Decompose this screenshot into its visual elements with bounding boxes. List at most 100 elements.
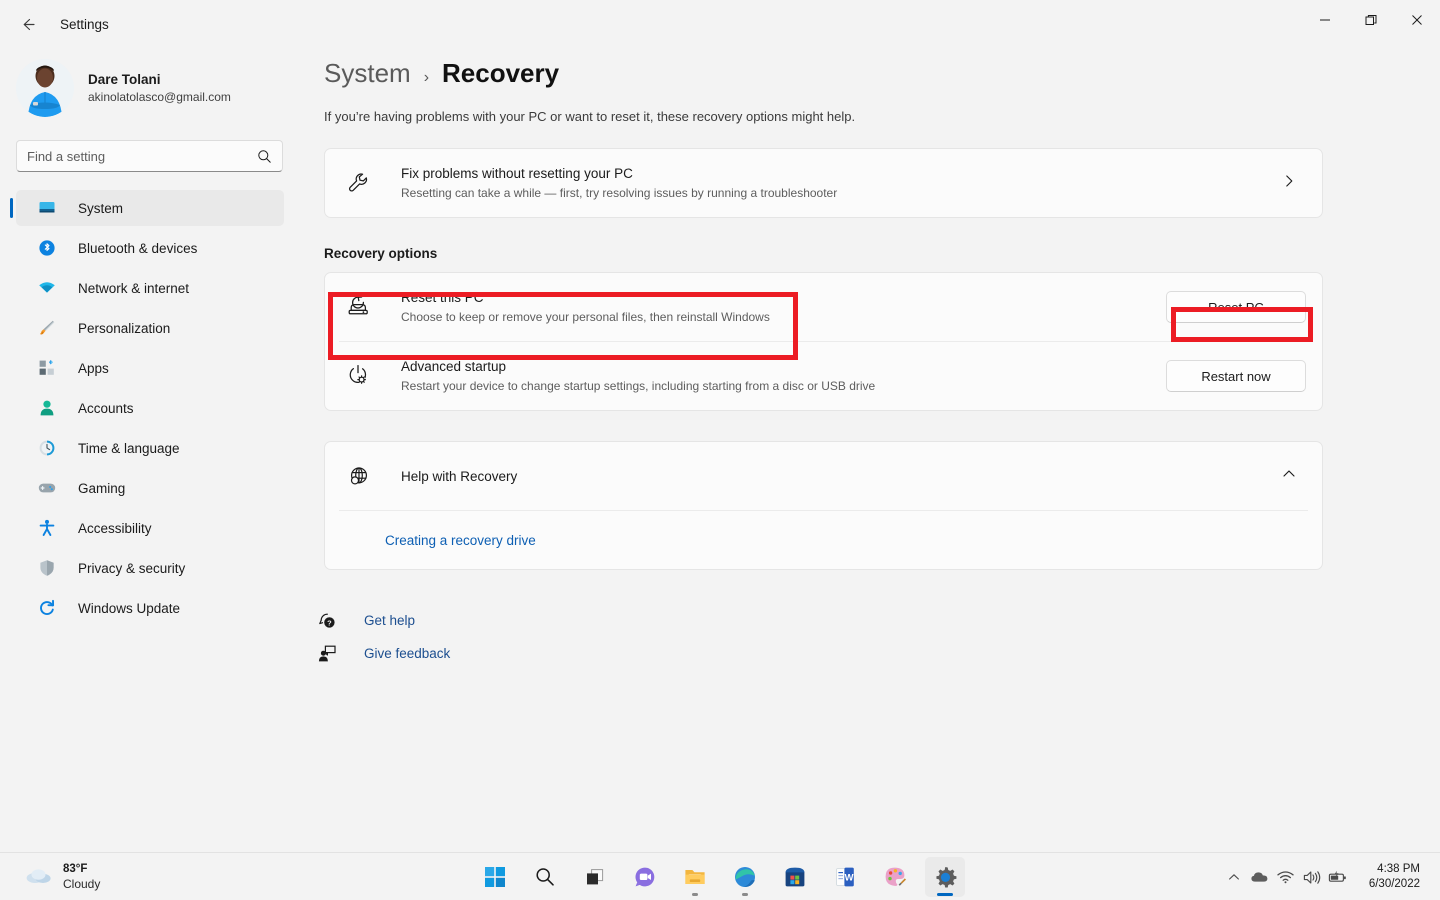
sidebar-nav: System Bluetooth & devices Network & int… [0, 190, 300, 626]
start-button[interactable] [475, 857, 515, 897]
sidebar-item-apps[interactable]: Apps [16, 350, 284, 386]
fix-problems-row[interactable]: Fix problems without resetting your PC R… [325, 149, 1322, 217]
sidebar-item-accessibility[interactable]: Accessibility [16, 510, 284, 546]
reset-this-pc-title: Reset this PC [401, 290, 484, 305]
sidebar-item-label: Time & language [78, 440, 180, 456]
weather-temperature: 83°F [63, 863, 88, 875]
microsoft-store-button[interactable] [775, 857, 815, 897]
sidebar-item-label: Accessibility [78, 520, 152, 536]
avatar-image [16, 59, 74, 117]
chat-button[interactable] [625, 857, 665, 897]
accessibility-icon [38, 519, 56, 537]
weather-widget[interactable]: 83°F Cloudy [18, 860, 106, 894]
weather-condition: Cloudy [63, 877, 101, 891]
sidebar-item-time-language[interactable]: Time & language [16, 430, 284, 466]
taskbar: 83°F Cloudy W 4:38 PM 6/30/2022 [0, 852, 1440, 900]
store-icon [785, 867, 805, 887]
sidebar-item-bluetooth-devices[interactable]: Bluetooth & devices [16, 230, 284, 266]
onedrive-button[interactable] [1247, 861, 1273, 893]
restart-now-button[interactable]: Restart now [1166, 360, 1306, 392]
sidebar-item-network-internet[interactable]: Network & internet [16, 270, 284, 306]
main-content: System › Recovery If you’re having probl… [300, 48, 1440, 852]
settings-window: Settings Dare Tolani akinolatolasco@gmai… [0, 0, 1440, 900]
page-title: Recovery [442, 58, 560, 88]
sidebar-item-label: Apps [78, 360, 109, 376]
clock-icon [38, 439, 56, 457]
reset-this-pc-row[interactable]: Reset this PC Choose to keep or remove y… [325, 273, 1322, 341]
sidebar-item-system[interactable]: System [10, 190, 284, 226]
wifi-icon [1277, 871, 1294, 884]
reset-pc-button[interactable]: Reset PC [1166, 291, 1306, 323]
sidebar-item-label: Privacy & security [78, 560, 186, 576]
maximize-button[interactable] [1348, 0, 1394, 40]
file-explorer-button[interactable] [675, 857, 715, 897]
sidebar-item-accounts[interactable]: Accounts [16, 390, 284, 426]
creating-a-recovery-drive-link[interactable]: Creating a recovery drive [385, 533, 536, 548]
show-hidden-icons-button[interactable] [1221, 861, 1247, 893]
get-help-label: Get help [364, 613, 416, 628]
task-view-icon [587, 869, 604, 885]
sidebar-item-privacy-security[interactable]: Privacy & security [16, 550, 284, 586]
breadcrumb-separator: › [423, 69, 430, 86]
sidebar-item-gaming[interactable]: Gaming [16, 470, 284, 506]
close-icon [1412, 15, 1422, 25]
volume-button[interactable] [1299, 861, 1325, 893]
fix-problems-subtitle: Resetting can take a while — first, try … [401, 186, 838, 200]
back-button[interactable] [10, 8, 46, 40]
sidebar: Dare Tolani akinolatolasco@gmail.com Fin… [0, 48, 300, 852]
edge-button[interactable] [725, 857, 765, 897]
help-with-recovery-header[interactable]: Help with Recovery [325, 442, 1322, 510]
battery-icon [1328, 870, 1346, 882]
give-feedback-link[interactable]: Give feedback [308, 637, 1440, 670]
bluetooth-icon [38, 239, 56, 257]
chevron-right-icon [1282, 174, 1296, 193]
network-button[interactable] [1273, 861, 1299, 893]
windows-logo-icon [485, 867, 505, 887]
help-with-recovery-title: Help with Recovery [401, 468, 518, 484]
profile-email: akinolatolasco@gmail.com [88, 89, 231, 104]
breadcrumb-parent[interactable]: System [324, 58, 411, 89]
word-button[interactable]: W [825, 857, 865, 897]
settings-button[interactable] [925, 857, 965, 897]
advanced-startup-row[interactable]: Advanced startup Restart your device to … [325, 342, 1322, 410]
advanced-startup-title: Advanced startup [401, 359, 507, 374]
chevron-up-icon[interactable] [1282, 467, 1296, 486]
battery-button[interactable] [1325, 861, 1351, 893]
title-bar: Settings [0, 0, 1440, 48]
restore-icon [1365, 15, 1377, 25]
paint-button[interactable] [875, 857, 915, 897]
clock-widget[interactable]: 4:38 PM 6/30/2022 [1363, 859, 1426, 895]
sidebar-item-label: Accounts [78, 400, 134, 416]
wifi-icon [38, 279, 56, 297]
task-view-button[interactable] [575, 857, 615, 897]
footer-links: ? Get help Give feedback [308, 604, 1440, 670]
sidebar-item-personalization[interactable]: Personalization [16, 310, 284, 346]
cloud-icon [1251, 872, 1268, 882]
help-with-recovery-card: Help with Recovery Creating a recovery d… [324, 441, 1323, 570]
advanced-startup-subtitle: Restart your device to change startup se… [401, 379, 876, 393]
close-button[interactable] [1394, 0, 1440, 40]
search-box[interactable] [16, 140, 283, 172]
update-icon [38, 599, 56, 617]
window-title: Settings [60, 16, 109, 32]
taskbar-apps: W [470, 853, 970, 900]
search-input[interactable] [27, 148, 257, 164]
sidebar-item-label: Network & internet [78, 280, 190, 296]
minimize-icon [1320, 19, 1330, 21]
reset-pc-icon [343, 294, 373, 320]
word-icon: W [836, 867, 854, 887]
search-button[interactable] [525, 857, 565, 897]
help-link-row: Creating a recovery drive [325, 511, 1322, 569]
profile-name: Dare Tolani [88, 71, 161, 87]
sidebar-item-label: System [78, 200, 124, 216]
get-help-link[interactable]: ? Get help [308, 604, 1440, 637]
minimize-button[interactable] [1302, 0, 1348, 40]
page-description: If you’re having problems with your PC o… [324, 109, 856, 124]
fix-problems-title: Fix problems without resetting your PC [401, 166, 633, 181]
folder-icon [685, 870, 705, 884]
chevron-up-icon [1228, 874, 1239, 880]
shield-icon [38, 559, 56, 577]
user-profile[interactable]: Dare Tolani akinolatolasco@gmail.com [16, 58, 300, 118]
globe-icon [343, 464, 373, 489]
sidebar-item-windows-update[interactable]: Windows Update [16, 590, 284, 626]
